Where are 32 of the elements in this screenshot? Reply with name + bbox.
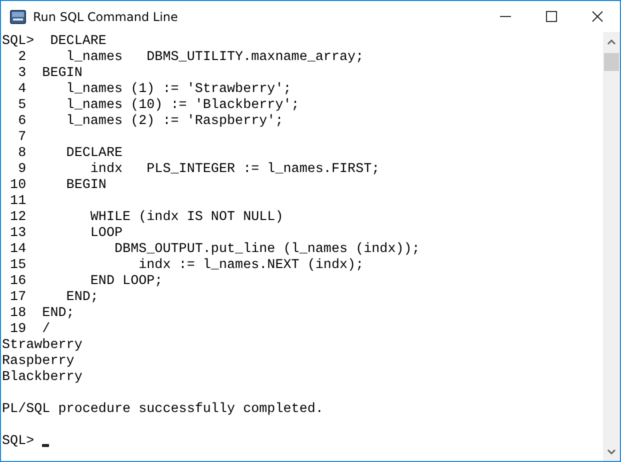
console-line: 5 l_names (10) := 'Blackberry'; xyxy=(17,98,300,114)
console-line: PL/SQL procedure successfully completed. xyxy=(2,402,324,418)
console-line: 6 l_names (2) := 'Raspberry'; xyxy=(17,114,284,130)
console-line: 8 DECLARE xyxy=(17,146,123,162)
console-line: 2 l_names DBMS_UTILITY.maxname_array; xyxy=(17,50,364,66)
scrollbar[interactable] xyxy=(603,32,620,461)
console-line: 4 l_names (1) := 'Strawberry'; xyxy=(17,82,292,98)
app-icon xyxy=(10,8,26,24)
window-title: Run SQL Command Line xyxy=(33,10,179,24)
prompt-text: SQL> xyxy=(2,434,34,450)
console-line: 18 END; xyxy=(9,306,74,322)
console-line: 10 BEGIN xyxy=(9,178,106,194)
maximize-icon xyxy=(546,11,556,22)
scroll-up-icon[interactable] xyxy=(607,39,616,45)
console-line: 17 END; xyxy=(9,290,98,306)
console-line: Blackberry xyxy=(2,370,82,386)
console-line: Strawberry xyxy=(2,338,82,354)
console-line: 11 xyxy=(9,194,26,210)
console-line: 16 END LOOP; xyxy=(9,274,163,290)
scroll-down-icon[interactable] xyxy=(607,449,616,455)
console-line: 15 indx := l_names.NEXT (indx); xyxy=(9,258,364,274)
console-line: 13 LOOP xyxy=(9,226,123,242)
console-line: SQL> DECLARE xyxy=(2,34,106,50)
console-line: Raspberry xyxy=(2,354,74,370)
console-line: 9 indx PLS_INTEGER := l_names.FIRST; xyxy=(17,162,380,178)
console-line: 14 DBMS_OUTPUT.put_line (l_names (indx)); xyxy=(9,242,420,258)
console-line: 7 xyxy=(17,130,26,146)
close-icon xyxy=(592,11,602,22)
scroll-thumb[interactable] xyxy=(604,53,619,71)
console-line: 12 WHILE (indx IS NOT NULL) xyxy=(9,210,284,226)
console-line: 3 BEGIN xyxy=(17,66,82,82)
console-line: 19 / xyxy=(9,322,50,338)
